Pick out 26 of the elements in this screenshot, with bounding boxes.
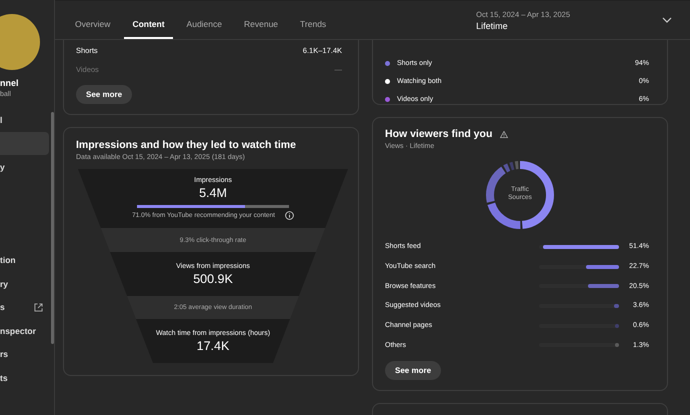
sidebar-item[interactable]: rs	[0, 342, 49, 366]
card-title: Impressions and how they led to watch time	[76, 139, 297, 151]
sidebar-item[interactable]: nspector	[0, 319, 49, 342]
channel-name: nnel	[0, 78, 20, 88]
see-more-button[interactable]: See more	[385, 361, 442, 380]
sidebar-item[interactable]: ts	[0, 366, 49, 390]
avatar-image	[0, 14, 40, 70]
donut-chart-drawing	[484, 159, 556, 231]
metric-value: 500.9K	[193, 272, 233, 286]
scrollbar[interactable]	[51, 112, 54, 344]
info-icon[interactable]	[284, 211, 294, 220]
sidebar-item[interactable]: ry	[0, 272, 49, 296]
tab[interactable]: Audience	[178, 19, 230, 39]
see-more-button[interactable]: See more	[76, 85, 132, 104]
sidebar-item[interactable]: s	[0, 296, 49, 319]
tab[interactable]: Overview	[67, 19, 118, 39]
tab[interactable]: Revenue	[236, 19, 286, 39]
tab[interactable]: Trends	[292, 19, 334, 39]
warning-icon	[500, 130, 508, 138]
metric-value: 5.4M	[199, 186, 227, 200]
sidebar-item[interactable]: y	[0, 155, 49, 178]
card-title: How viewers find you	[385, 128, 492, 140]
chevron-down-icon	[662, 17, 672, 23]
sidebar-item[interactable]: l	[0, 108, 49, 132]
sidebar-item[interactable]: tion	[0, 248, 49, 272]
metric-value: 17.4K	[196, 338, 230, 352]
